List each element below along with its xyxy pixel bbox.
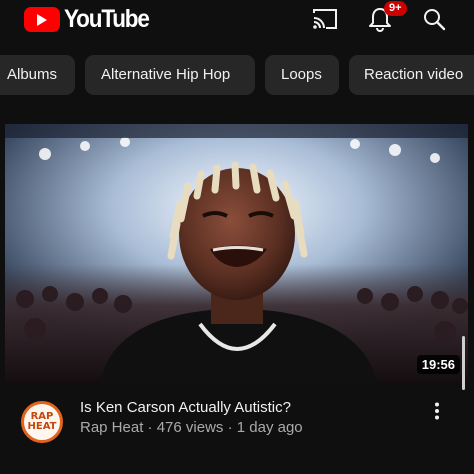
- chip-reaction-video[interactable]: Reaction video: [349, 55, 474, 95]
- chip-loops[interactable]: Loops: [265, 55, 339, 95]
- chip-alternative-hip-hop[interactable]: Alternative Hip Hop: [85, 55, 255, 95]
- meta-separator: ·: [227, 419, 233, 436]
- meta-separator: ·: [147, 419, 153, 436]
- video-thumbnail[interactable]: 19:56: [5, 124, 468, 383]
- more-vert-icon: [435, 402, 439, 420]
- cast-icon: [313, 9, 337, 29]
- more-options-button[interactable]: [427, 400, 447, 422]
- video-title[interactable]: Is Ken Carson Actually Autistic?: [80, 399, 291, 416]
- video-meta: Rap Heat · 476 views · 1 day ago: [80, 419, 303, 436]
- channel-name[interactable]: Rap Heat: [80, 419, 143, 436]
- notification-count-badge: 9+: [384, 1, 407, 16]
- logo-text: YouTube: [64, 5, 150, 33]
- view-count: 476 views: [156, 419, 224, 436]
- youtube-logo[interactable]: YouTube: [24, 5, 158, 34]
- avatar-text-line2: HEAT: [27, 421, 57, 432]
- chip-label: Reaction video: [364, 66, 464, 83]
- search-button[interactable]: [418, 4, 450, 34]
- thumbnail-image: [5, 124, 468, 383]
- cast-button[interactable]: [309, 4, 341, 34]
- search-icon: [424, 9, 446, 31]
- chip-label: Alternative Hip Hop: [101, 66, 231, 83]
- upload-age: 1 day ago: [236, 419, 303, 436]
- chip-label: Albums: [7, 66, 58, 83]
- chip-albums[interactable]: Albums: [0, 55, 75, 95]
- video-duration: 19:56: [416, 355, 460, 374]
- chip-label: Loops: [281, 66, 322, 83]
- top-app-bar: YouTube 9+: [0, 0, 474, 40]
- scrollbar-thumb[interactable]: [462, 336, 465, 390]
- play-logo-icon: [24, 7, 60, 32]
- filter-chip-bar: Albums Alternative Hip Hop Loops Reactio…: [0, 55, 474, 95]
- channel-avatar[interactable]: RAP HEAT: [21, 401, 63, 443]
